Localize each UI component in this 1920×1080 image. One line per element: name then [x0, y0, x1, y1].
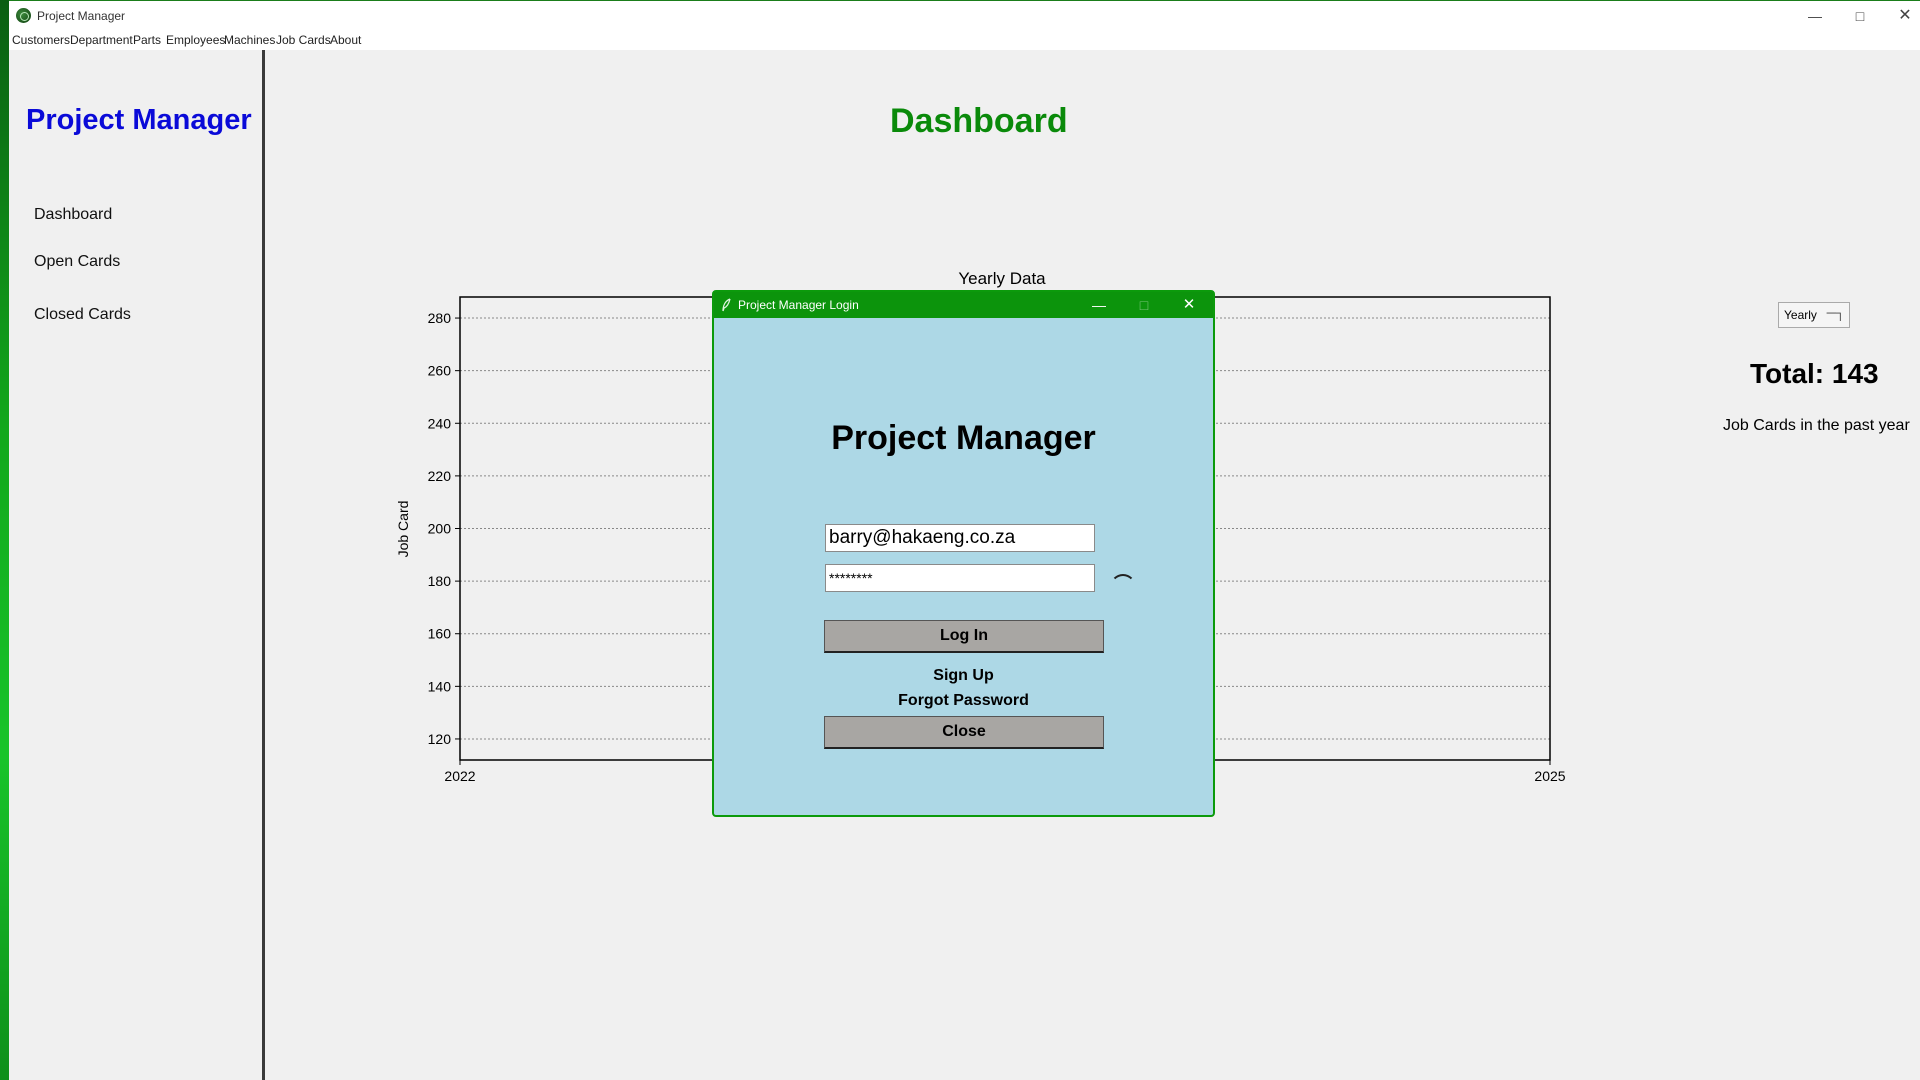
close-icon[interactable]: ✕: [1894, 5, 1916, 27]
chart-y-tick-label: 120: [428, 731, 452, 747]
minimize-icon[interactable]: —: [1804, 5, 1826, 27]
sidebar-item-open-cards[interactable]: Open Cards: [34, 253, 120, 271]
menu-department[interactable]: Department: [70, 33, 133, 47]
minimize-icon[interactable]: —: [1089, 295, 1109, 315]
chart-y-tick-label: 280: [428, 310, 452, 326]
menu-customers[interactable]: Customers: [12, 33, 70, 47]
chart-y-tick-label: 140: [428, 678, 452, 694]
dropdown-indicator-icon: ─┐: [1826, 305, 1845, 320]
maximize-icon: □: [1139, 297, 1149, 313]
login-button[interactable]: Log In: [824, 620, 1104, 653]
sidebar-item-dashboard[interactable]: Dashboard: [34, 206, 112, 224]
feather-icon: [722, 298, 731, 312]
password-field[interactable]: [825, 564, 1095, 592]
close-button[interactable]: Close: [824, 716, 1104, 749]
total-caption: Job Cards in the past year: [1723, 417, 1910, 434]
sidebar-brand: Project Manager: [26, 104, 252, 136]
total-count: Total: 143: [1750, 358, 1879, 389]
email-field[interactable]: [825, 524, 1095, 552]
chart-y-axis-label: Job Card: [395, 501, 411, 558]
login-brand: Project Manager: [831, 419, 1096, 457]
chart-x-tick-label: 2022: [444, 768, 475, 784]
login-dialog-title: Project Manager Login: [738, 298, 859, 312]
window-title: Project Manager: [37, 9, 126, 23]
sidebar: Project Manager Dashboard Open Cards Clo…: [9, 50, 265, 1080]
menu-machines[interactable]: Machines: [224, 33, 275, 47]
app-logo-icon: [16, 8, 31, 23]
chart-title: Yearly Data: [958, 270, 1046, 288]
page-title: Dashboard: [890, 102, 1068, 140]
chart-y-tick-label: 260: [428, 363, 452, 379]
chart-y-tick-label: 220: [428, 468, 452, 484]
chart-x-tick-label: 2025: [1534, 768, 1565, 784]
menu-employees[interactable]: Employees: [166, 33, 225, 47]
chart-y-tick-label: 240: [428, 415, 452, 431]
menu-bar: Customers Department Parts Employees Mac…: [9, 30, 1920, 50]
forgot-password-link[interactable]: Forgot Password: [714, 692, 1213, 710]
maximize-icon[interactable]: □: [1849, 5, 1871, 27]
login-dialog: Project Manager Login — □ ✕ Project Mana…: [712, 290, 1215, 817]
loading-spinner-icon: [1110, 574, 1136, 600]
chart-y-tick-label: 160: [428, 626, 452, 642]
chart-y-ticks: 120 140 160 180 200 220 240 260 280: [428, 310, 460, 747]
chart-y-tick-label: 180: [428, 573, 452, 589]
sign-up-link[interactable]: Sign Up: [714, 667, 1213, 685]
menu-parts[interactable]: Parts: [133, 33, 161, 47]
menu-job-cards[interactable]: Job Cards: [276, 33, 331, 47]
chart-y-tick-label: 200: [428, 521, 452, 537]
close-icon[interactable]: ✕: [1179, 295, 1199, 315]
period-select-value: Yearly: [1784, 308, 1817, 322]
desktop-background: [0, 0, 9, 1080]
login-dialog-titlebar[interactable]: Project Manager Login — □ ✕: [714, 292, 1213, 318]
sidebar-item-closed-cards[interactable]: Closed Cards: [34, 306, 131, 324]
menu-about[interactable]: About: [330, 33, 361, 47]
window-titlebar[interactable]: Project Manager — □ ✕: [9, 0, 1920, 30]
period-select[interactable]: Yearly ─┐: [1778, 302, 1850, 328]
